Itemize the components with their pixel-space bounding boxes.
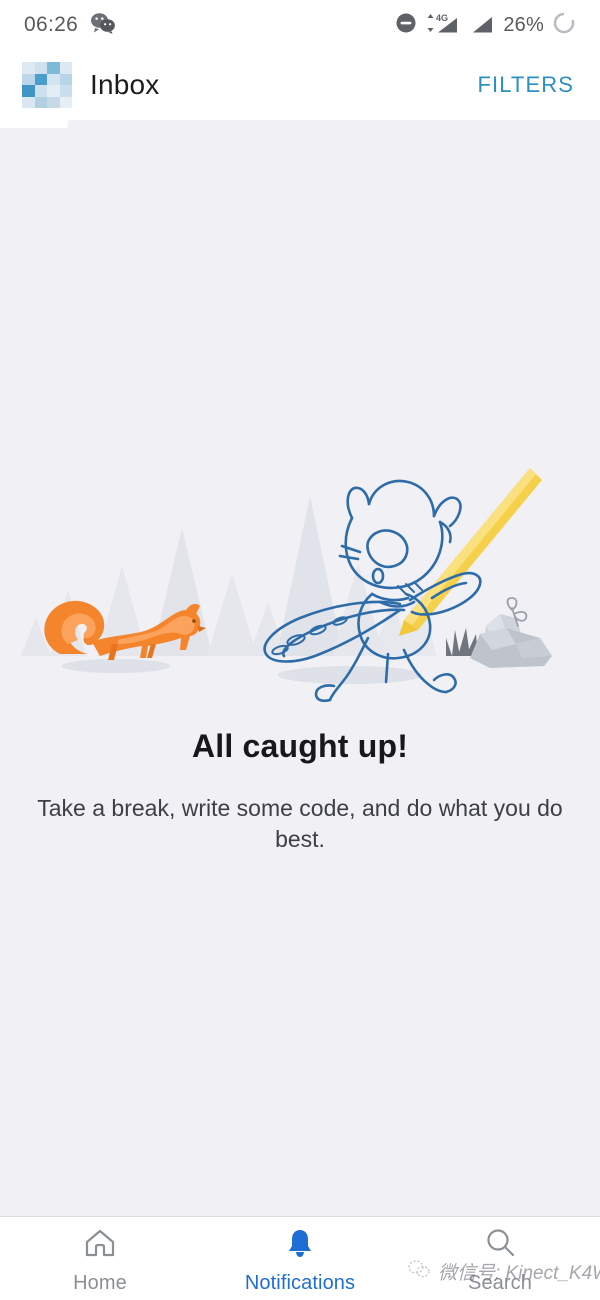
nav-label-home: Home <box>73 1272 127 1294</box>
octocat-shadow <box>278 666 422 684</box>
status-bar-left: 06:26 <box>24 12 116 39</box>
nav-label-notifications: Notifications <box>244 1272 356 1294</box>
bell-icon <box>283 1226 317 1265</box>
battery-percent-label: 26% <box>503 13 544 36</box>
fox-shadow <box>62 659 170 673</box>
nav-label-search: Search <box>468 1272 532 1294</box>
home-icon <box>83 1226 117 1265</box>
status-clock: 06:26 <box>24 13 79 36</box>
battery-charging-icon <box>552 11 576 40</box>
bottom-navigation-bar: Home Notifications Search <box>0 1217 600 1300</box>
inbox-content-area: All caught up! Take a break, write some … <box>0 128 600 1216</box>
octocat-all-caught-up-illustration <box>0 458 600 708</box>
app-header: Inbox FILTERS <box>0 50 600 120</box>
empty-state-subtitle: Take a break, write some code, and do wh… <box>37 795 563 853</box>
svg-text:4G: 4G <box>436 13 448 23</box>
gray-rocks <box>470 614 552 668</box>
header-tab-tail <box>0 120 68 128</box>
nav-item-search[interactable]: Search <box>400 1217 600 1300</box>
do-not-disturb-icon <box>395 12 417 39</box>
wechat-icon <box>90 12 116 39</box>
status-bar: 06:26 4G 26% <box>0 0 600 50</box>
nav-item-home[interactable]: Home <box>0 1217 200 1300</box>
nav-item-notifications[interactable]: Notifications <box>200 1217 400 1300</box>
status-bar-right: 4G 26% <box>395 11 576 40</box>
signal-4g-icon: 4G <box>425 11 463 40</box>
signal-bars-icon <box>471 11 495 40</box>
yellow-pencil <box>399 468 542 636</box>
page-title: Inbox <box>90 69 160 100</box>
user-avatar[interactable] <box>22 62 72 108</box>
phone-screen: 06:26 4G 26% Inbox FILTERS All caught up… <box>0 0 600 1300</box>
magnifier-icon <box>483 1226 517 1265</box>
empty-state-title: All caught up! <box>191 728 409 764</box>
filters-button[interactable]: FILTERS <box>473 66 578 104</box>
